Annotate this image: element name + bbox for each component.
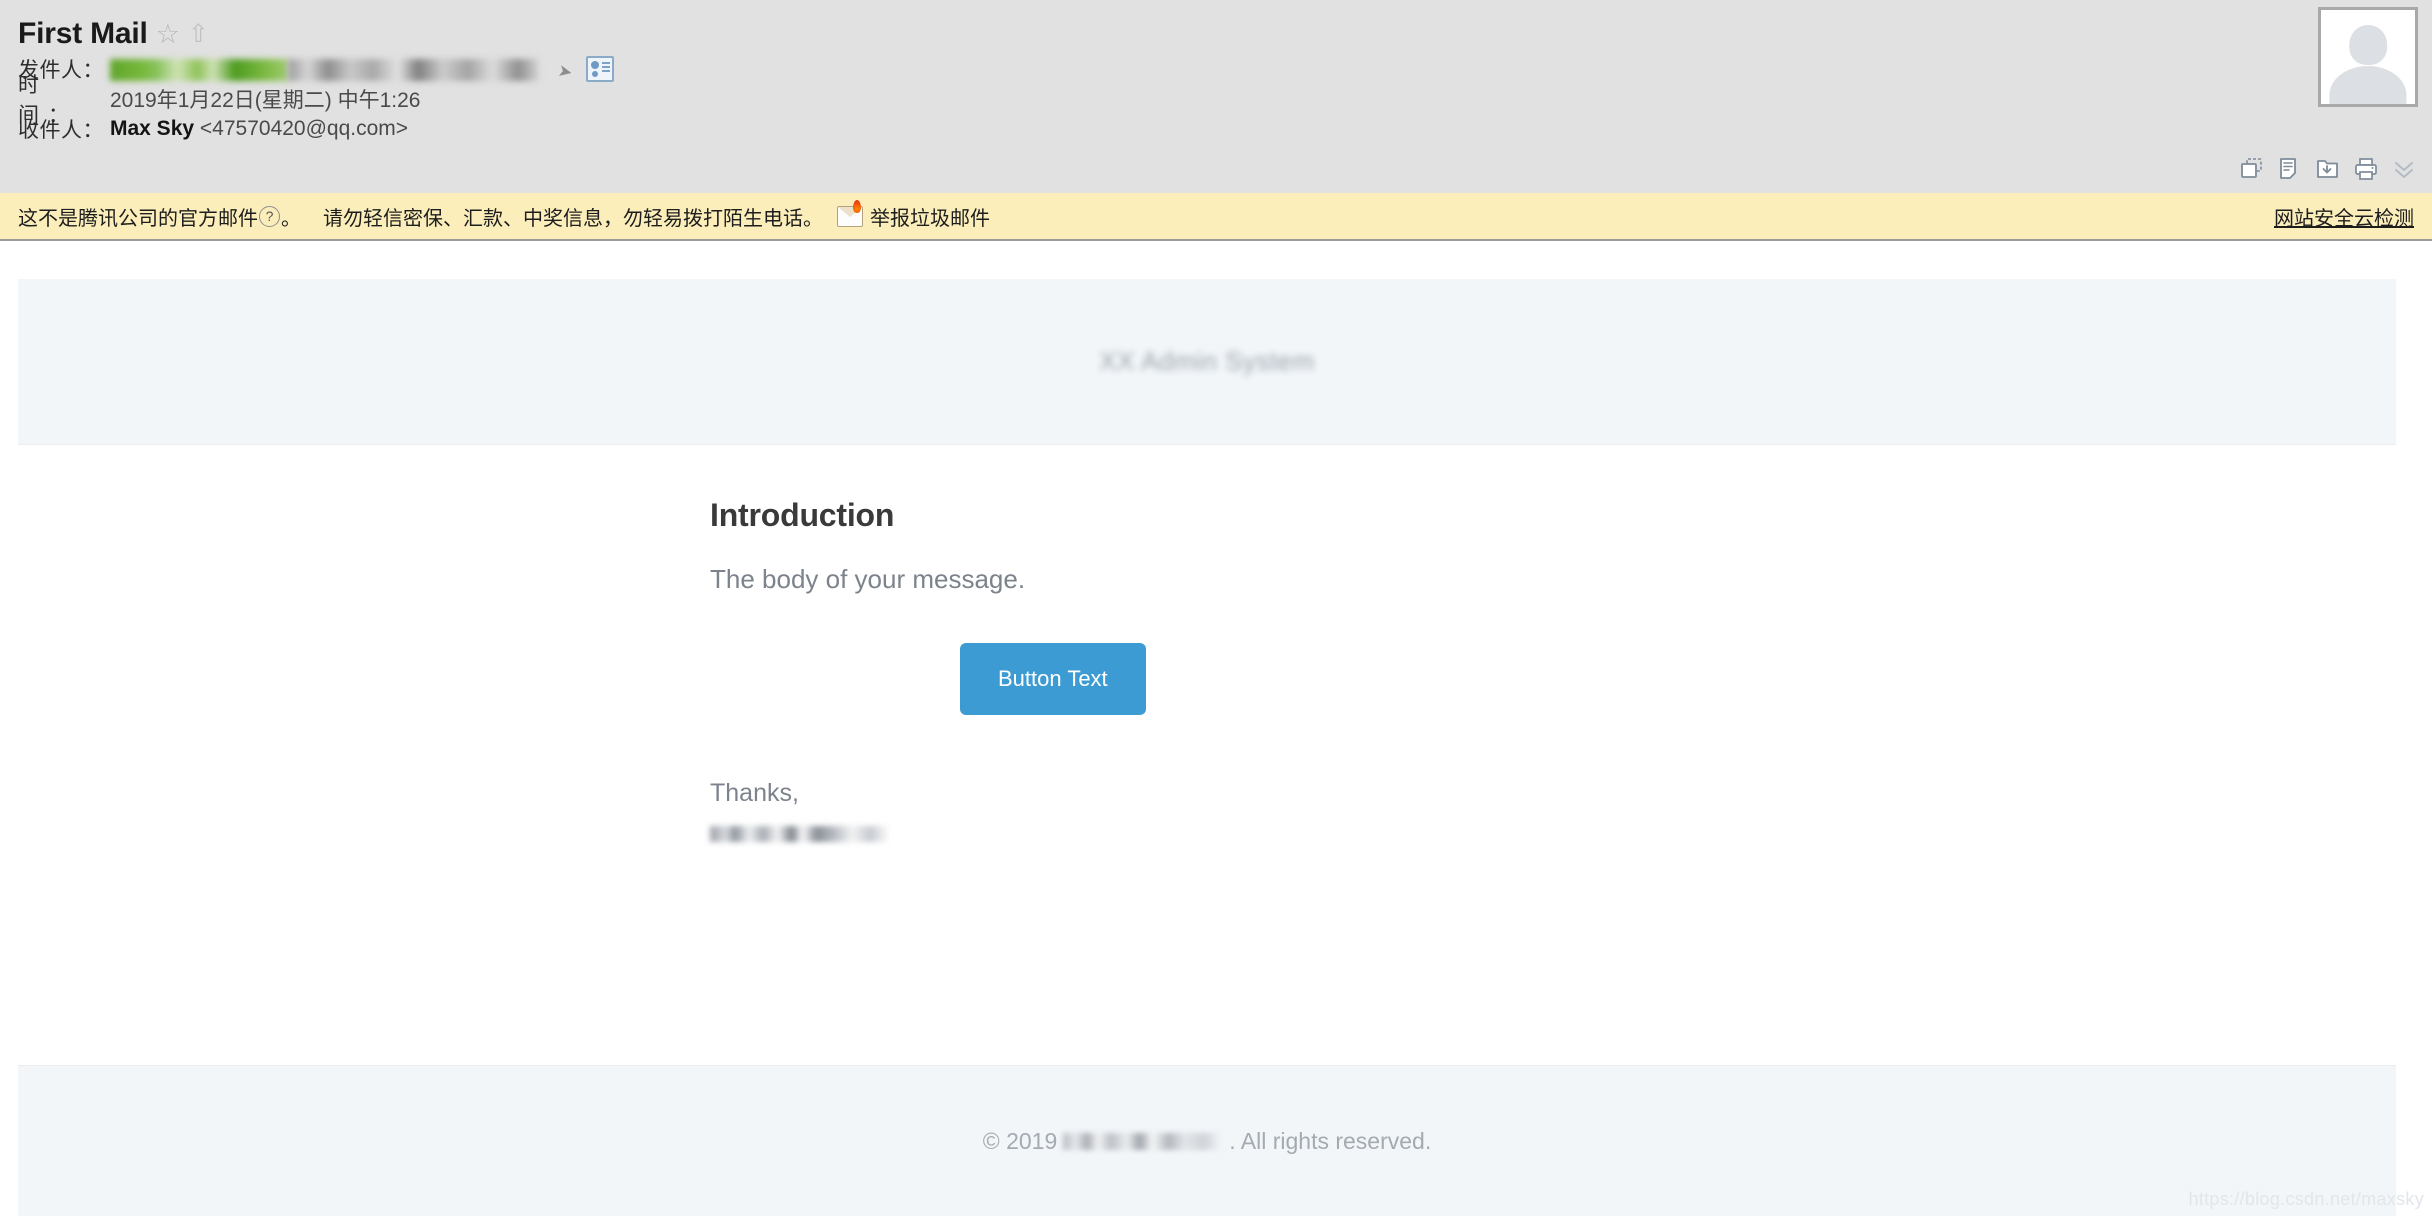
warning-text-before: 这不是腾讯公司的官方邮件: [18, 207, 258, 230]
chevron-double-down-icon[interactable]: [2392, 157, 2416, 181]
recipient-row: 收件人： Max Sky <47570420@qq.com>: [18, 114, 2432, 144]
site-security-check-link[interactable]: 网站安全云检测: [2274, 202, 2414, 231]
page-title: First Mail: [18, 17, 148, 50]
email-content: Introduction The body of your message. B…: [0, 445, 2432, 842]
title-row: First Mail ☆ ⇧: [18, 14, 2432, 54]
warning-text-after: 。: [281, 207, 301, 230]
avatar-body: [2329, 66, 2407, 104]
sender-arrow-icon[interactable]: ➤: [556, 60, 574, 83]
mail-header: First Mail ☆ ⇧ 发件人： ➤ 时 间： 2019年1月22日(星期…: [0, 0, 2432, 193]
header-tools: [2240, 157, 2416, 181]
sender-name-redacted: [110, 58, 288, 81]
signature-redacted: [710, 826, 888, 842]
email-banner: XX Admin System: [18, 279, 2396, 445]
download-icon[interactable]: [2316, 157, 2340, 181]
report-spam-link[interactable]: 举报垃圾邮件: [870, 202, 990, 231]
intro-body-text: The body of your message.: [710, 564, 1026, 594]
star-outline-icon[interactable]: ☆: [156, 20, 180, 48]
cta-wrapper: Button Text: [710, 643, 2432, 715]
intro-heading: Introduction: [710, 497, 895, 533]
footer-copyright-suffix: . All rights reserved.: [1229, 1127, 1432, 1154]
avatar: [2318, 7, 2418, 107]
recipient-value: Max Sky <47570420@qq.com>: [110, 117, 408, 141]
warning-advice: 请勿轻信密保、汇款、中奖信息，勿轻易拨打陌生电话。: [323, 207, 823, 230]
thanks-text: Thanks,: [710, 779, 799, 807]
up-arrow-outline-icon[interactable]: ⇧: [188, 21, 209, 47]
date-row: 时 间： 2019年1月22日(星期二) 中午1:26: [18, 74, 2432, 127]
help-question-icon[interactable]: ?: [259, 205, 280, 227]
print-icon[interactable]: [2354, 157, 2378, 181]
open-in-new-window-icon[interactable]: [2240, 157, 2264, 181]
sender-row: 发件人： ➤: [18, 54, 2432, 84]
contact-card-icon[interactable]: [585, 55, 614, 82]
date-value: 2019年1月22日(星期二) 中午1:26: [110, 89, 421, 112]
note-icon[interactable]: [2278, 157, 2302, 181]
cta-button[interactable]: Button Text: [960, 643, 1146, 715]
mail-body: XX Admin System Introduction The body of…: [0, 279, 2432, 1216]
sender-value: ➤: [110, 55, 614, 83]
spam-envelope-flame-icon[interactable]: [837, 199, 863, 227]
recipient-label: 收件人：: [18, 119, 104, 142]
recipient-name: Max Sky: [110, 117, 195, 140]
sender-address-redacted: [288, 58, 538, 81]
watermark: https://blog.csdn.net/maxsky: [2188, 1189, 2424, 1209]
footer-copyright-prefix: © 2019: [982, 1127, 1058, 1154]
avatar-head: [2349, 25, 2387, 65]
recipient-address: <47570420@qq.com>: [199, 117, 409, 140]
security-warning-bar: 这不是腾讯公司的官方邮件 ? 。 请勿轻信密保、汇款、中奖信息，勿轻易拨打陌生电…: [0, 193, 2432, 241]
footer-company-redacted: [1063, 1132, 1224, 1150]
footer-copyright: © 2019 . All rights reserved.: [983, 1128, 1431, 1155]
banner-logo-text: XX Admin System: [1099, 346, 1315, 376]
email-footer: © 2019 . All rights reserved.: [18, 1065, 2396, 1216]
